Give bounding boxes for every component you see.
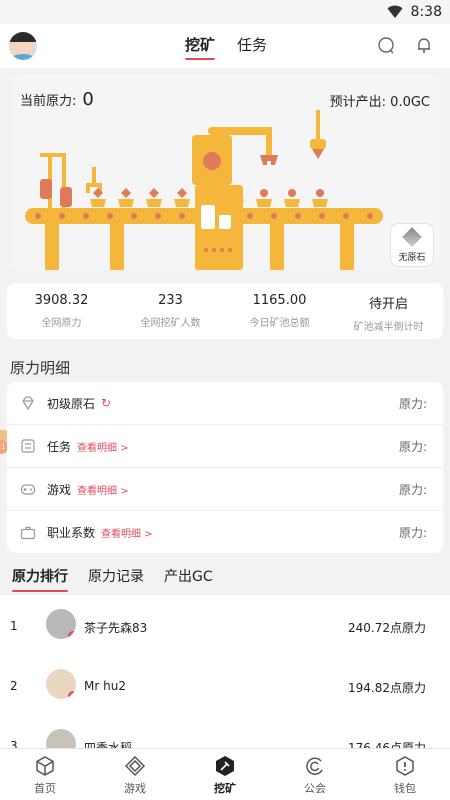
user-name: 茶子先森83 <box>84 621 148 635</box>
detail-force: 原力: <box>398 396 427 411</box>
task-list-icon <box>19 437 37 455</box>
list-item[interactable]: 3 四季水稻 176.46点原力 <box>0 715 450 750</box>
list-item[interactable]: 1 v 茶子先森83 240.72点原力 <box>0 595 450 655</box>
bottom-nav-mining[interactable]: 挖矿 <box>180 749 270 800</box>
verified-icon: v <box>68 631 76 639</box>
stat-pool-total: 1165.00 今日矿池总额 <box>249 293 310 329</box>
view-detail-link[interactable]: 查看明细 > <box>101 525 153 540</box>
expected-output: 预计产出: 0.0GC <box>330 91 430 110</box>
detail-label: 职业系数 <box>47 526 96 540</box>
raw-stone-label: 无原石 <box>398 253 426 263</box>
avatar[interactable] <box>9 32 37 60</box>
cube-icon <box>36 756 54 776</box>
detail-row-career[interactable]: 职业系数 查看明细 > 原力: <box>7 511 443 554</box>
rank-tabs: 原力排行 原力记录 产出GC <box>12 566 213 592</box>
tab-mining[interactable]: 挖矿 <box>185 34 216 60</box>
wifi-icon <box>387 5 403 18</box>
chat-icon[interactable] <box>376 35 396 55</box>
user-score: 194.82点原力 <box>348 681 426 695</box>
detail-label: 初级原石 <box>47 396 96 411</box>
gem-icon <box>402 227 422 247</box>
status-time: 8:38 <box>410 4 442 20</box>
section-title-force-detail: 原力明细 <box>10 359 71 377</box>
bottom-nav-guild[interactable]: 公会 <box>270 749 360 800</box>
wallet-icon <box>396 756 414 776</box>
rank-number: 1 <box>10 619 18 633</box>
top-nav: 挖矿 任务 <box>0 24 450 68</box>
current-force-value: 0 <box>82 89 94 110</box>
tab-force-ranking[interactable]: 原力排行 <box>12 566 68 592</box>
user-score: 240.72点原力 <box>348 621 426 635</box>
expected-output-label: 预计产出: <box>329 95 387 110</box>
detail-row-tasks[interactable]: 任务 查看明细 > 原力: <box>7 425 443 468</box>
raw-stone-button[interactable]: 无原石 <box>390 223 434 267</box>
current-force-label: 当前原力: <box>20 94 77 109</box>
detail-force: 原力: <box>398 439 427 454</box>
expected-output-value: 0.0GC <box>390 95 430 110</box>
view-detail-link[interactable]: 查看明细 > <box>77 482 129 497</box>
force-detail-card: 初级原石 ↻ 原力: 任务 查看明细 > 原力: 游戏 查看明细 > 原力: 职… <box>7 382 443 553</box>
detail-label: 任务 <box>47 439 72 454</box>
network-stats: 3908.32 全网原力 233 全网挖矿人数 1165.00 今日矿池总额 待开启矿… <box>7 283 443 339</box>
view-detail-link[interactable]: 查看明细 > <box>77 439 129 454</box>
detail-force: 原力: <box>398 526 427 540</box>
detail-row-games[interactable]: 游戏 查看明细 > 原力: <box>7 468 443 511</box>
stat-miners: 233 全网挖矿人数 <box>140 293 201 329</box>
list-item[interactable]: 2 v Mr hu2 194.82点原力 <box>0 655 450 715</box>
briefcase-icon <box>19 524 37 542</box>
rank-number: 2 <box>10 679 18 693</box>
stat-halving-countdown: 待开启 矿池减半倒计时 <box>353 297 424 333</box>
tab-tasks[interactable]: 任务 <box>237 34 267 59</box>
bottom-nav-games[interactable]: 游戏 <box>90 749 180 800</box>
rank-list: 1 v 茶子先森83 240.72点原力 2 v Mr hu2 194.82点原… <box>0 595 450 750</box>
current-force: 当前原力: 0 <box>20 89 94 110</box>
detail-force: 原力: <box>398 482 427 497</box>
avatar: v <box>46 609 76 639</box>
diamond-icon <box>19 394 37 412</box>
user-name: Mr hu2 <box>84 679 126 693</box>
bell-icon[interactable] <box>414 35 434 55</box>
top-icons <box>376 35 434 55</box>
tab-output-gc[interactable]: 产出GC <box>164 566 213 590</box>
refresh-icon[interactable]: ↻ <box>101 396 111 410</box>
bottom-nav-home[interactable]: 首页 <box>0 749 90 800</box>
verified-icon: v <box>68 691 76 699</box>
bottom-nav: 首页 游戏 挖矿 公会 钱包 <box>0 748 450 800</box>
diamond-icon <box>124 755 146 777</box>
mining-hero-card: 当前原力: 0 预计产出: 0.0GC 无原石 <box>10 75 440 270</box>
avatar <box>46 729 76 750</box>
bottom-nav-wallet[interactable]: 钱包 <box>360 749 450 800</box>
tab-force-records[interactable]: 原力记录 <box>88 566 144 590</box>
avatar: v <box>46 669 76 699</box>
gamepad-icon <box>19 480 37 498</box>
detail-row-raw-stone[interactable]: 初级原石 ↻ 原力: <box>7 382 443 425</box>
stat-total-force: 3908.32 全网原力 <box>34 293 89 329</box>
status-bar: 8:38 <box>0 0 450 24</box>
nav-tabs: 挖矿 任务 <box>185 34 267 60</box>
mining-icon <box>216 756 234 776</box>
guild-icon <box>306 757 323 775</box>
detail-label: 游戏 <box>47 482 72 497</box>
